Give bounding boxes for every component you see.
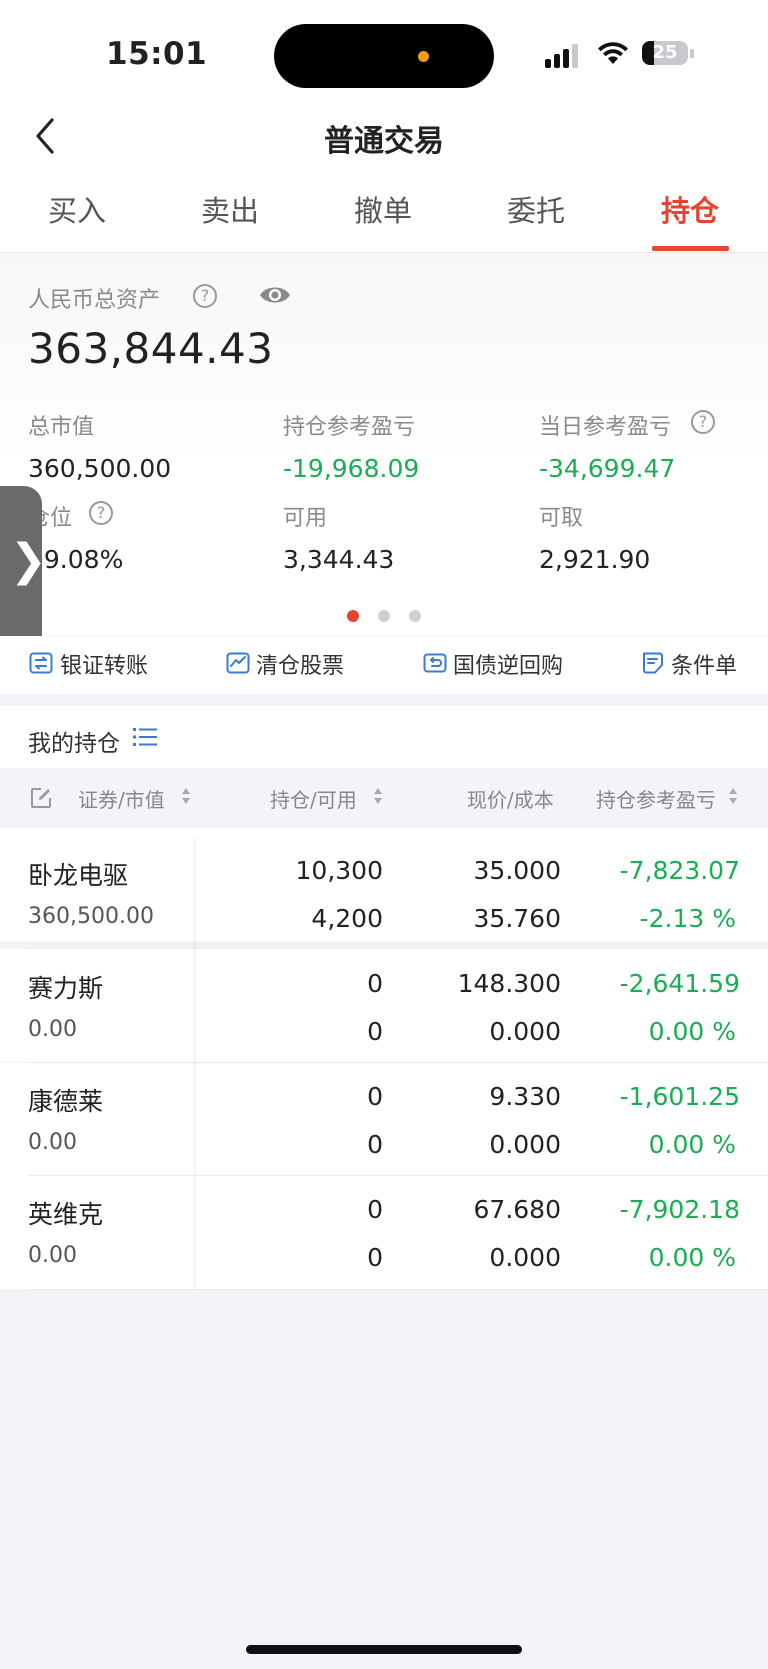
table-row[interactable] [0, 1063, 768, 1176]
market-value: 360,500.00 [28, 454, 172, 483]
cellular-signal-icon [545, 44, 581, 68]
row-divider [28, 1289, 768, 1290]
frozen-column-shadow [193, 838, 199, 1290]
daily-pl-help-icon[interactable]: ? [691, 410, 715, 434]
sort-icon[interactable] [181, 787, 191, 805]
total-assets-label: 人民币总资产 [28, 288, 161, 313]
holding-pl: -1,601.25 [619, 1082, 740, 1111]
holding-cost: 0.000 [489, 1130, 561, 1159]
withdrawable-value: 2,921.90 [539, 545, 651, 574]
tab-sell[interactable]: 卖出 [155, 188, 305, 230]
holding-pl: -7,823.07 [619, 856, 740, 885]
column-security[interactable]: 证券/市值 [78, 784, 165, 813]
sort-icon[interactable] [373, 787, 383, 805]
trade-tabs: 买入 卖出 撤单 委托 持仓 [0, 188, 768, 252]
holding-cost: 0.000 [489, 1243, 561, 1272]
holding-available: 0 [367, 1017, 383, 1046]
holding-name: 康德莱 [28, 1087, 104, 1116]
battery-cap [690, 49, 694, 58]
holding-name: 英维克 [28, 1200, 104, 1229]
holding-market-value: 0.00 [28, 1243, 77, 1268]
chevron-right-icon: ❯ [10, 535, 47, 586]
position-ratio-help-icon[interactable]: ? [89, 501, 113, 525]
home-indicator[interactable] [246, 1645, 522, 1654]
holding-pl-percent: 0.00 % [648, 1017, 736, 1046]
sort-icon[interactable] [728, 787, 738, 805]
conditional-order-icon [643, 652, 663, 674]
holding-name: 赛力斯 [28, 974, 104, 1003]
edit-icon[interactable] [30, 787, 52, 809]
market-value-label: 总市值 [28, 415, 95, 440]
holding-pl: -2,641.59 [619, 969, 740, 998]
holding-position: 0 [367, 1195, 383, 1224]
holding-market-value: 0.00 [28, 1017, 77, 1042]
daily-pl-value: -34,699.47 [539, 454, 676, 483]
tab-active-indicator [652, 246, 729, 251]
column-pl[interactable]: 持仓参考盈亏 [596, 784, 716, 813]
list-view-icon[interactable] [133, 727, 157, 747]
battery-icon: 25 [642, 41, 688, 65]
column-position[interactable]: 持仓/可用 [270, 784, 357, 813]
dynamic-island [274, 24, 494, 88]
holding-cost: 0.000 [489, 1017, 561, 1046]
eye-icon[interactable] [258, 284, 292, 306]
holding-position: 10,300 [295, 856, 383, 885]
section-gap [0, 694, 768, 706]
battery-level: 25 [652, 42, 678, 63]
holding-cost: 35.760 [473, 904, 561, 933]
holding-price: 67.680 [473, 1195, 561, 1224]
holding-pl-percent: 0.00 % [648, 1243, 736, 1272]
wifi-icon [598, 42, 628, 64]
holding-market-value: 360,500.00 [28, 904, 154, 929]
table-row[interactable] [0, 1176, 768, 1289]
withdrawable-label: 可取 [539, 506, 584, 531]
position-pl-label: 持仓参考盈亏 [283, 415, 416, 440]
tab-orders[interactable]: 委托 [461, 188, 611, 230]
holding-market-value: 0.00 [28, 1130, 77, 1155]
holding-available: 4,200 [311, 904, 383, 933]
total-assets-value: 363,844.43 [28, 324, 274, 373]
holding-pl-percent: 0.00 % [648, 1130, 736, 1159]
holding-price: 148.300 [457, 969, 561, 998]
tab-cancel[interactable]: 撤单 [308, 188, 458, 230]
carousel-dot-3[interactable] [409, 610, 421, 622]
holding-price: 9.330 [489, 1082, 561, 1111]
clear-position-icon [226, 652, 250, 674]
holdings-title: 我的持仓 [28, 731, 120, 757]
bank-transfer-button[interactable]: 银证转账 [60, 648, 148, 680]
status-time: 15:01 [106, 36, 208, 72]
holding-pl-percent: -2.13 % [639, 904, 736, 933]
holding-name: 卧龙电驱 [28, 861, 129, 890]
total-assets-help-icon[interactable]: ? [193, 284, 217, 308]
carousel-dot-2[interactable] [378, 610, 390, 622]
daily-pl-label: 当日参考盈亏 [539, 415, 672, 440]
holding-price: 35.000 [473, 856, 561, 885]
clear-position-button[interactable]: 清仓股票 [256, 648, 344, 680]
holding-available: 0 [367, 1130, 383, 1159]
tab-holdings[interactable]: 持仓 [615, 188, 765, 230]
holding-pl: -7,902.18 [619, 1195, 740, 1224]
available-label: 可用 [283, 506, 328, 531]
holding-position: 0 [367, 969, 383, 998]
reverse-repo-icon [423, 653, 447, 673]
bank-transfer-icon [29, 652, 53, 674]
holding-available: 0 [367, 1243, 383, 1272]
position-pl-value: -19,968.09 [283, 454, 420, 483]
privacy-indicator-icon [418, 51, 429, 62]
reverse-repo-button[interactable]: 国债逆回购 [453, 648, 563, 680]
column-price: 现价/成本 [467, 788, 554, 812]
tab-buy[interactable]: 买入 [2, 188, 152, 230]
carousel-dot-1[interactable] [347, 610, 359, 622]
available-value: 3,344.43 [283, 545, 395, 574]
conditional-order-button[interactable]: 条件单 [671, 648, 737, 680]
holding-position: 0 [367, 1082, 383, 1111]
page-title: 普通交易 [324, 124, 444, 159]
